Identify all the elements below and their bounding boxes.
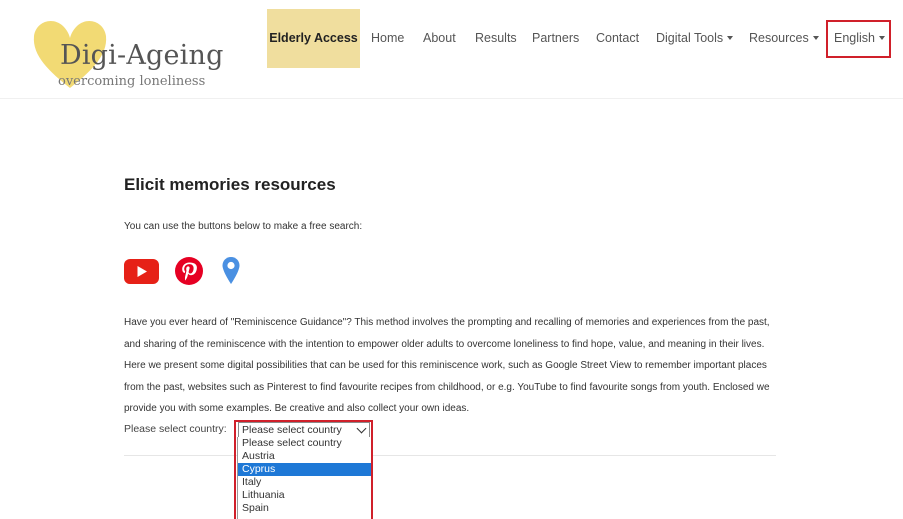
logo-title: Digi-Ageing	[60, 40, 224, 71]
country-dropdown-list: Please select country Austria Cyprus Ita…	[237, 437, 373, 519]
country-option[interactable]: Austria	[238, 450, 372, 463]
country-option[interactable]: Please select country	[238, 437, 372, 450]
page: Digi-Ageing overcoming loneliness Elderl…	[0, 0, 903, 519]
youtube-icon[interactable]	[124, 259, 159, 289]
nav-partners[interactable]: Partners	[532, 28, 579, 48]
nav-digital-tools-label: Digital Tools	[656, 31, 724, 45]
intro-text: You can use the buttons below to make a …	[124, 221, 363, 232]
caret-down-icon	[727, 35, 734, 40]
nav-home[interactable]: Home	[371, 28, 404, 48]
site-header: Digi-Ageing overcoming loneliness Elderl…	[0, 0, 903, 99]
nav-resources-label: Resources	[749, 31, 809, 45]
chevron-down-icon	[356, 423, 367, 434]
map-pin-icon[interactable]	[221, 256, 241, 291]
country-label: Please select country:	[124, 423, 227, 435]
pinterest-icon[interactable]	[174, 256, 204, 291]
language-highlight-box	[826, 20, 891, 58]
country-option[interactable]: Lithuania	[238, 489, 372, 502]
nav-resources[interactable]: Resources	[749, 28, 819, 48]
logo-subtitle: overcoming loneliness	[58, 74, 206, 89]
site-logo[interactable]: Digi-Ageing overcoming loneliness	[30, 14, 230, 94]
country-select-value: Please select country	[242, 424, 342, 436]
country-option-selected[interactable]: Cyprus	[238, 463, 372, 476]
caret-down-icon	[812, 35, 819, 40]
country-option[interactable]: Italy	[238, 476, 372, 489]
nav-results[interactable]: Results	[475, 28, 517, 48]
nav-digital-tools[interactable]: Digital Tools	[656, 28, 734, 48]
country-select[interactable]: Please select country	[238, 422, 370, 438]
reminiscence-description: Have you ever heard of "Reminiscence Gui…	[124, 317, 770, 414]
country-option[interactable]: Spain	[238, 502, 372, 515]
page-title: Elicit memories resources	[124, 175, 336, 194]
divider	[124, 455, 776, 456]
nav-elderly-access[interactable]: Elderly Access	[267, 9, 360, 68]
nav-about[interactable]: About	[423, 28, 456, 48]
nav-contact[interactable]: Contact	[596, 28, 639, 48]
